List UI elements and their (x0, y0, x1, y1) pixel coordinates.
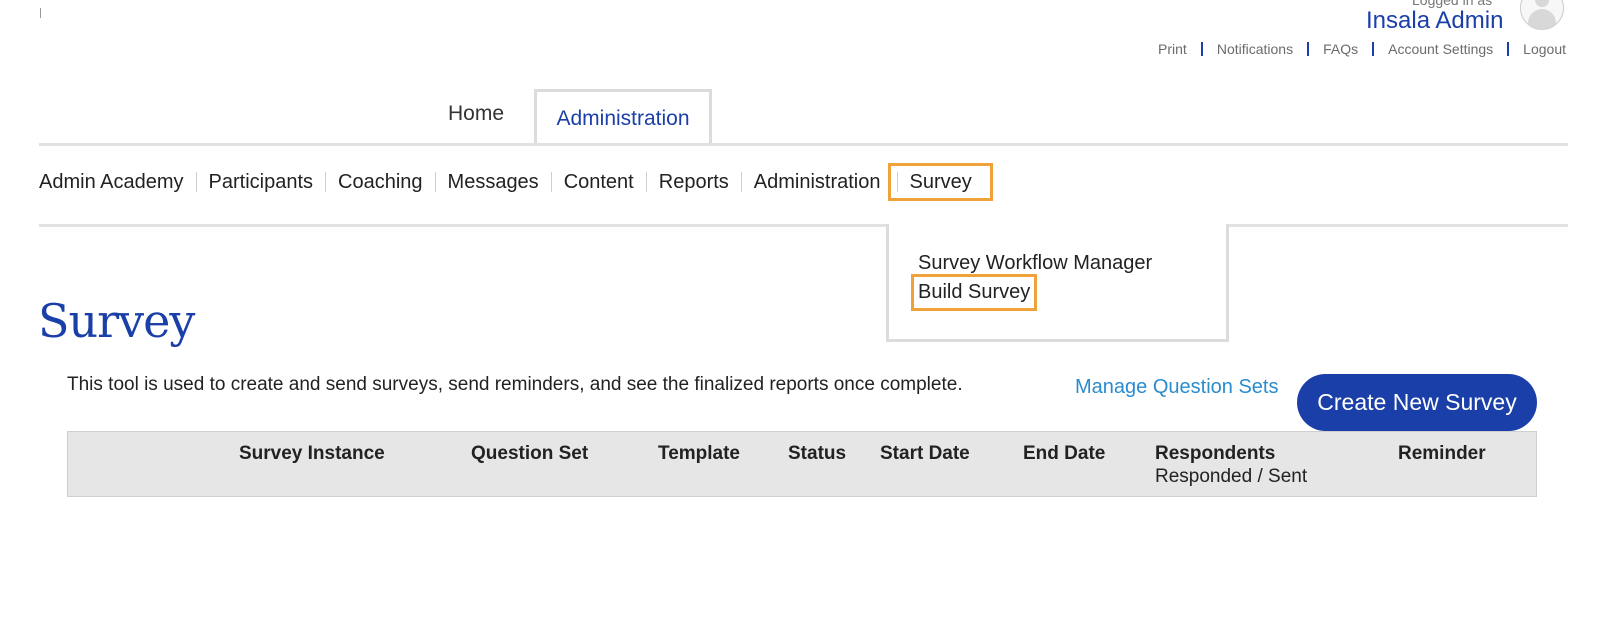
subnav-messages[interactable]: Messages (434, 172, 551, 192)
sub-navigation: Admin Academy Participants Coaching Mess… (39, 163, 993, 201)
tab-divider (39, 143, 1568, 146)
menu-item-survey-workflow-manager[interactable]: Survey Workflow Manager (918, 252, 1152, 275)
column-status[interactable]: Status (788, 443, 846, 465)
utility-links: Print Notifications FAQs Account Setting… (1144, 42, 1566, 56)
subnav-reports[interactable]: Reports (645, 172, 741, 192)
subnav-coaching[interactable]: Coaching (325, 172, 435, 192)
column-start-date[interactable]: Start Date (880, 443, 970, 465)
tab-home[interactable]: Home (448, 102, 504, 126)
column-template[interactable]: Template (658, 443, 740, 465)
user-name[interactable]: Insala Admin (1366, 7, 1503, 35)
account-settings-link[interactable]: Account Settings (1372, 42, 1507, 56)
logout-link[interactable]: Logout (1507, 42, 1566, 56)
page-description: This tool is used to create and send sur… (67, 374, 963, 395)
corner-mark (40, 8, 41, 18)
survey-dropdown-menu: Survey Workflow Manager Build Survey (886, 224, 1229, 342)
avatar-icon[interactable] (1520, 0, 1564, 30)
menu-item-build-survey[interactable]: Build Survey (910, 274, 1038, 311)
subnav-administration[interactable]: Administration (740, 172, 893, 192)
column-reminder[interactable]: Reminder (1398, 443, 1486, 465)
subnav-divider (39, 224, 1568, 227)
subnav-survey[interactable]: Survey (887, 163, 993, 201)
subnav-participants[interactable]: Participants (195, 172, 326, 192)
subnav-content[interactable]: Content (550, 172, 646, 192)
subnav-admin-academy[interactable]: Admin Academy (39, 172, 196, 192)
column-respondents[interactable]: Respondents (1155, 443, 1275, 465)
faqs-link[interactable]: FAQs (1307, 42, 1372, 56)
create-new-survey-button[interactable]: Create New Survey (1297, 374, 1537, 431)
notifications-link[interactable]: Notifications (1200, 42, 1307, 56)
manage-question-sets-link[interactable]: Manage Question Sets (1075, 376, 1278, 399)
column-respondents-subtitle: Responded / Sent (1155, 466, 1308, 487)
print-link[interactable]: Print (1144, 42, 1201, 56)
column-question-set[interactable]: Question Set (471, 443, 588, 465)
tab-administration[interactable]: Administration (534, 89, 712, 145)
column-end-date[interactable]: End Date (1023, 443, 1105, 465)
page-title: Survey (38, 294, 195, 348)
survey-table-header: Survey Instance Question Set Template St… (67, 431, 1537, 497)
column-survey-instance[interactable]: Survey Instance (239, 443, 385, 465)
